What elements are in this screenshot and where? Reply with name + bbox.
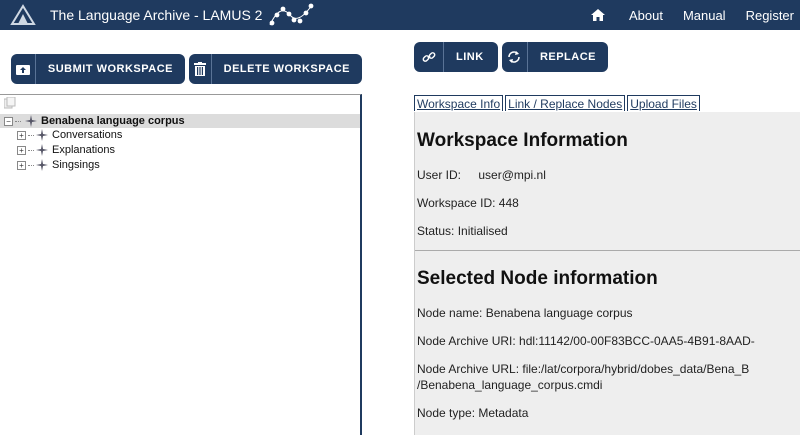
tree-root-icon: [4, 97, 16, 109]
tree-node-singsings[interactable]: + Singsings: [0, 158, 100, 172]
tree-node-label: Explanations: [52, 144, 115, 156]
link-button[interactable]: LINK: [414, 42, 498, 72]
collapse-icon[interactable]: −: [4, 116, 13, 126]
node-name-row: Node name: Benabena language corpus: [417, 306, 633, 320]
node-type-row: Node type: Metadata: [417, 406, 529, 420]
refresh-icon: [502, 42, 528, 72]
node-archive-url-row: Node Archive URL: file:/lat/corpora/hybr…: [417, 362, 750, 376]
tree-node-label: Benabena language corpus: [41, 115, 185, 127]
tree-node-explanations[interactable]: + Explanations: [0, 143, 115, 157]
tab-link-replace-nodes[interactable]: Link / Replace Nodes: [505, 95, 626, 111]
user-id-value: user@mpi.nl: [478, 168, 546, 182]
tab-workspace-info[interactable]: Workspace Info: [414, 95, 504, 111]
lamus-logo-icon: [269, 3, 314, 26]
nav-manual-link[interactable]: Manual: [683, 8, 726, 23]
trash-icon: [189, 54, 212, 84]
user-id-row: User ID: user@mpi.nl: [417, 168, 546, 182]
expand-icon[interactable]: +: [17, 160, 26, 170]
status-row: Status: Initialised: [417, 224, 508, 238]
node-star-icon: [36, 129, 48, 141]
tree-node-conversations[interactable]: + Conversations: [0, 128, 122, 142]
replace-button[interactable]: REPLACE: [502, 42, 608, 72]
tab-upload-files[interactable]: Upload Files: [627, 95, 700, 111]
tree-node-root[interactable]: − Benabena language corpus: [0, 114, 360, 128]
node-archive-url-continuation: /Benabena_language_corpus.cmdi: [417, 378, 603, 392]
delete-workspace-label: DELETE WORKSPACE: [223, 63, 350, 75]
user-id-label: User ID:: [417, 168, 462, 182]
node-star-icon: [25, 115, 37, 127]
nav-register-link[interactable]: Register: [746, 8, 794, 23]
archive-logo-icon: [10, 4, 36, 25]
tree-panel: − Benabena language corpus + Conversatio…: [0, 94, 362, 435]
expand-icon[interactable]: +: [17, 145, 26, 155]
submit-workspace-button[interactable]: SUBMIT WORKSPACE: [11, 54, 185, 84]
delete-workspace-button[interactable]: DELETE WORKSPACE: [189, 54, 362, 84]
top-bar: The Language Archive - LAMUS 2 About Man…: [0, 0, 800, 30]
tree-node-label: Singsings: [52, 159, 100, 171]
upload-box-icon: [11, 54, 36, 84]
top-nav: About Manual Register: [590, 0, 800, 30]
workspace-info-panel: Workspace Information User ID: user@mpi.…: [414, 112, 800, 435]
link-icon: [414, 42, 444, 72]
node-archive-uri-row: Node Archive URI: hdl:11142/00-00F83BCC-…: [417, 334, 755, 348]
tab-bar: Workspace Info Link / Replace Nodes Uplo…: [414, 95, 702, 111]
nav-about-link[interactable]: About: [629, 8, 663, 23]
selected-node-title: Selected Node information: [417, 268, 658, 289]
workspace-info-title: Workspace Information: [417, 130, 628, 151]
node-star-icon: [36, 144, 48, 156]
workspace-id-row: Workspace ID: 448: [417, 196, 519, 210]
app-title: The Language Archive - LAMUS 2: [50, 7, 263, 23]
node-star-icon: [36, 159, 48, 171]
link-label: LINK: [456, 51, 484, 63]
submit-workspace-label: SUBMIT WORKSPACE: [47, 63, 173, 75]
section-divider: [415, 250, 800, 251]
tree-node-label: Conversations: [52, 129, 123, 141]
expand-icon[interactable]: +: [17, 130, 26, 140]
home-icon[interactable]: [590, 7, 606, 23]
replace-label: REPLACE: [539, 51, 596, 63]
